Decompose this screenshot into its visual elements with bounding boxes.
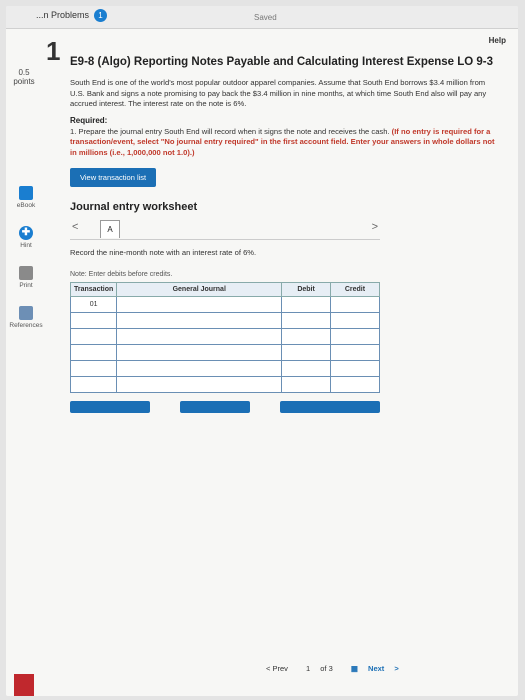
credit-field[interactable] (329, 360, 381, 377)
mcgraw-hill-logo (14, 674, 34, 696)
prev-label: Prev (272, 664, 288, 673)
saved-status: Saved (254, 13, 277, 22)
transaction-number (69, 328, 118, 345)
next-button[interactable]: Next > (368, 664, 399, 673)
worksheet-title: Journal entry worksheet (70, 201, 198, 213)
print-label: Print (19, 282, 33, 289)
book-icon (19, 186, 33, 200)
references-icon (19, 306, 33, 320)
debit-field[interactable] (281, 296, 331, 313)
chevron-left-icon[interactable]: < (72, 221, 78, 233)
debit-field[interactable] (281, 328, 331, 345)
worksheet-buttons (70, 401, 380, 427)
question-title: E9-8 (Algo) Reporting Notes Payable and … (70, 56, 494, 68)
credit-field[interactable] (329, 376, 381, 393)
grid-icon[interactable]: ▦ (351, 664, 358, 673)
chevron-right-icon[interactable]: > (372, 221, 378, 233)
transaction-number (69, 360, 118, 377)
ebook-button[interactable]: eBook (8, 186, 44, 209)
account-field[interactable] (116, 344, 283, 361)
top-bar: ...n Problems 1 Saved (6, 6, 518, 29)
current-page: 1 (305, 664, 311, 673)
page-total: of 3 (320, 664, 333, 673)
page-indicator: 1 of 3 (306, 664, 341, 673)
col-general-journal: General Journal (116, 282, 283, 297)
problems-label[interactable]: ...n Problems (36, 10, 89, 20)
screen: ...n Problems 1 Saved Help 1 0.5 points … (0, 0, 525, 700)
transaction-number (69, 312, 118, 329)
account-field[interactable] (116, 296, 283, 313)
transaction-number: 01 (69, 296, 118, 313)
col-credit: Credit (329, 282, 381, 297)
debit-field[interactable] (281, 312, 331, 329)
hint-label: Hint (20, 242, 32, 249)
required-text: 1. Prepare the journal entry South End w… (70, 127, 500, 159)
question-page: ...n Problems 1 Saved Help 1 0.5 points … (6, 6, 518, 696)
account-field[interactable] (116, 312, 283, 329)
account-field[interactable] (116, 360, 283, 377)
credit-field[interactable] (329, 328, 381, 345)
question-content: E9-8 (Algo) Reporting Notes Payable and … (69, 36, 500, 427)
worksheet-instruction: Record the nine-month note with an inter… (70, 248, 257, 257)
table-row (69, 360, 381, 377)
debit-field[interactable] (281, 376, 331, 393)
hint-button[interactable]: ✚ Hint (8, 226, 44, 249)
col-debit: Debit (281, 282, 331, 297)
col-transaction: Transaction (69, 282, 118, 297)
points-label: points (13, 77, 35, 86)
clear-entry-button[interactable] (180, 401, 250, 413)
question-number: 1 (46, 36, 61, 66)
prev-button[interactable]: < Prev (266, 664, 296, 673)
debit-field[interactable] (281, 360, 331, 377)
table-row (69, 376, 381, 393)
debits-note: Note: Enter debits before credits. (70, 271, 173, 278)
journal-header-row: Transaction General Journal Debit Credit (69, 282, 381, 297)
references-label: References (9, 322, 43, 329)
view-general-journal-button[interactable] (280, 401, 380, 413)
next-label: Next (368, 664, 385, 673)
transaction-number (69, 376, 118, 393)
print-button[interactable]: Print (8, 266, 44, 289)
ebook-label: eBook (16, 202, 36, 209)
credit-field[interactable] (329, 312, 381, 329)
required-instruction: 1. Prepare the journal entry South End w… (70, 126, 390, 136)
table-row (69, 344, 381, 361)
journal-table: Transaction General Journal Debit Credit… (69, 282, 381, 393)
worksheet-tabs: < A > (70, 219, 380, 240)
required-label: Required: (70, 115, 108, 125)
view-transaction-list-button[interactable]: View transaction list (70, 168, 157, 187)
print-icon (19, 266, 33, 280)
record-entry-button[interactable] (70, 401, 150, 413)
tab-a[interactable]: A (100, 220, 120, 238)
account-field[interactable] (116, 376, 283, 393)
table-row (69, 312, 381, 329)
debit-field[interactable] (281, 344, 331, 361)
table-row: 01 (69, 296, 381, 313)
question-body: South End is one of the world's most pop… (70, 78, 487, 108)
references-button[interactable]: References (8, 306, 44, 329)
hint-icon: ✚ (19, 226, 33, 240)
table-row (69, 328, 381, 345)
points-box: 0.5 points (10, 68, 38, 86)
account-field[interactable] (116, 328, 283, 345)
credit-field[interactable] (329, 344, 381, 361)
credit-field[interactable] (329, 296, 381, 313)
problems-count-badge: 1 (94, 9, 107, 22)
transaction-number (69, 344, 118, 361)
pagination: < Prev 1 of 3 ▦ Next > (266, 664, 407, 673)
points-value: 0.5 (18, 68, 30, 77)
